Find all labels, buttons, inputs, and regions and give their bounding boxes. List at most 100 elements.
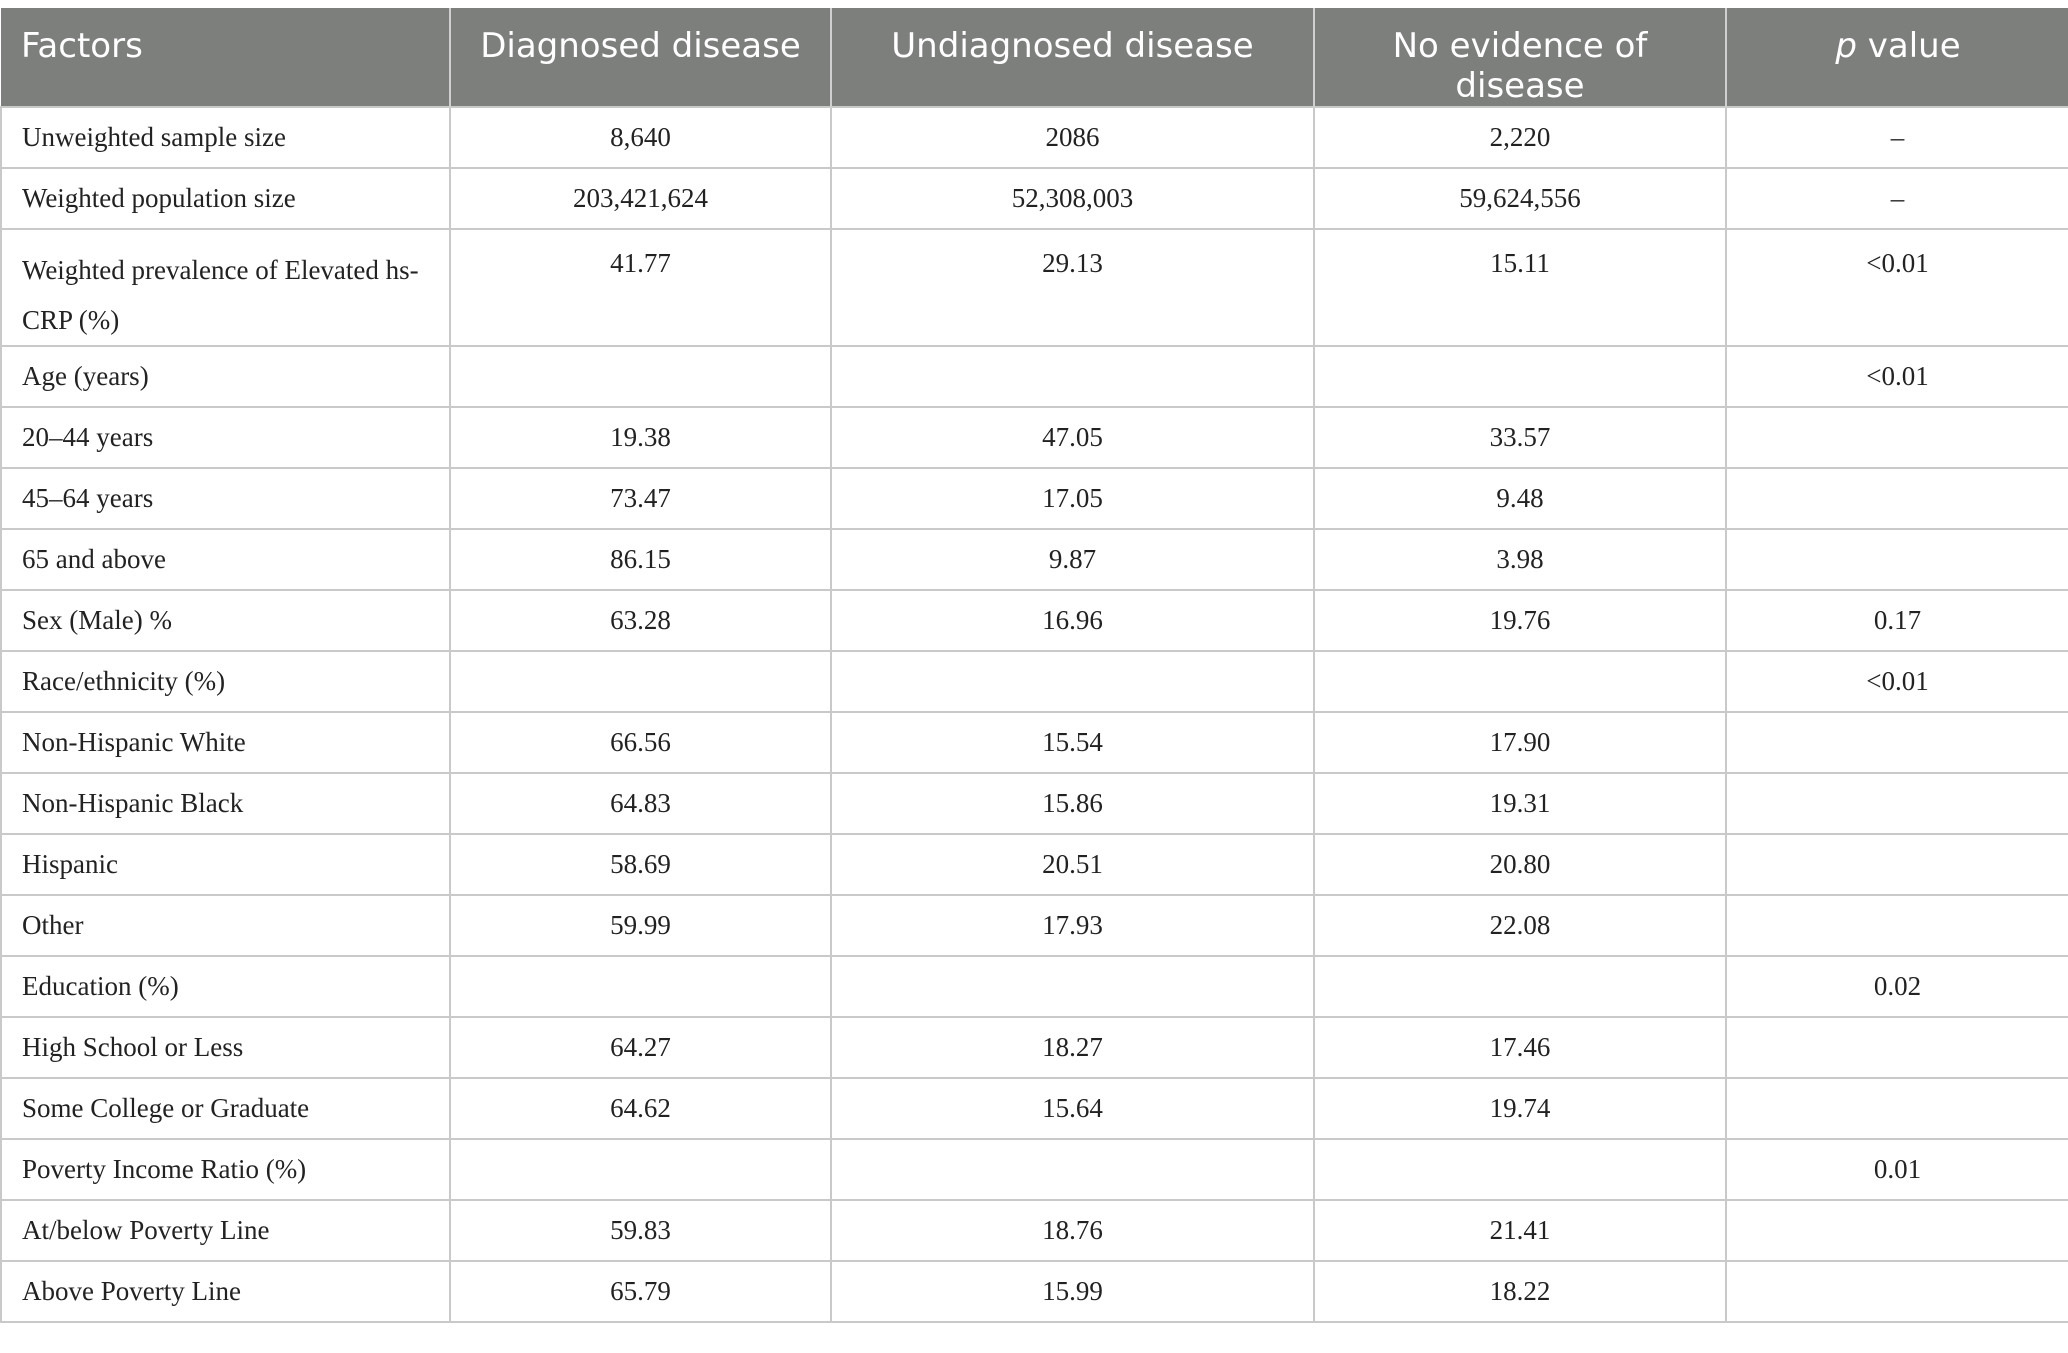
factor-cell: Hispanic (0, 833, 450, 895)
factor-cell: Unweighted sample size (0, 106, 450, 168)
no-evidence-cell: 20.80 (1313, 833, 1726, 895)
p-value-cell (1725, 833, 2068, 895)
data-table: Factors Diagnosed disease Undiagnosed di… (0, 8, 2068, 1323)
factor-cell: Other (0, 894, 450, 956)
table-header: Factors Diagnosed disease Undiagnosed di… (1, 8, 2068, 107)
table-row: Race/ethnicity (%) <0.01 (0, 650, 2068, 712)
p-value-cell (1725, 1016, 2068, 1078)
p-value-cell (1725, 772, 2068, 834)
undiagnosed-cell: 52,308,003 (830, 167, 1314, 229)
undiagnosed-cell: 2086 (830, 106, 1314, 168)
factor-cell: Non-Hispanic White (0, 711, 450, 773)
table-row: Non-Hispanic Black 64.83 15.86 19.31 (0, 772, 2068, 834)
undiagnosed-cell: 18.27 (830, 1016, 1314, 1078)
table-row: High School or Less 64.27 18.27 17.46 (0, 1016, 2068, 1078)
p-value-cell: <0.01 (1725, 228, 2068, 346)
undiagnosed-cell: 18.76 (830, 1199, 1314, 1261)
table-body: Unweighted sample size 8,640 2086 2,220– Wei… (0, 106, 2068, 1323)
p-value-cell (1725, 406, 2068, 468)
table-row: Education (%) 0.02 (0, 955, 2068, 1017)
undiagnosed-cell: 15.64 (830, 1077, 1314, 1139)
table-row: Other 59.99 17.93 22.08 (0, 894, 2068, 956)
diagnosed-cell: 64.27 (449, 1016, 831, 1078)
no-evidence-cell: 9.48 (1313, 467, 1726, 529)
factor-cell: Poverty Income Ratio (%) (0, 1138, 450, 1200)
header-p-letter: p (1835, 26, 1857, 66)
no-evidence-cell (1313, 345, 1726, 407)
p-value-cell: 0.02 (1725, 955, 2068, 1017)
p-value-cell (1725, 711, 2068, 773)
undiagnosed-cell: 15.54 (830, 711, 1314, 773)
undiagnosed-cell (830, 650, 1314, 712)
diagnosed-cell: 58.69 (449, 833, 831, 895)
table-row: Hispanic 58.69 20.51 20.80 (0, 833, 2068, 895)
factor-cell: At/below Poverty Line (0, 1199, 450, 1261)
undiagnosed-cell: 20.51 (830, 833, 1314, 895)
undiagnosed-cell: 47.05 (830, 406, 1314, 468)
header-row: Factors Diagnosed disease Undiagnosed di… (1, 8, 2068, 107)
table-row: Unweighted sample size 8,640 2086 2,220– (0, 106, 2068, 168)
header-p-value: p value (1725, 8, 2068, 107)
undiagnosed-cell: 29.13 (830, 228, 1314, 346)
undiagnosed-cell: 15.86 (830, 772, 1314, 834)
table-row: Age (years) <0.01 (0, 345, 2068, 407)
factor-cell: Sex (Male) % (0, 589, 450, 651)
undiagnosed-cell: 17.93 (830, 894, 1314, 956)
p-value-cell: <0.01 (1725, 345, 2068, 407)
no-evidence-cell: 33.57 (1313, 406, 1726, 468)
table-row: Weighted population size 203,421,624 52,30… (0, 167, 2068, 229)
no-evidence-cell: 2,220 (1313, 106, 1726, 168)
diagnosed-cell: 41.77 (449, 228, 831, 346)
undiagnosed-cell (830, 955, 1314, 1017)
factor-cell: 65 and above (0, 528, 450, 590)
no-evidence-cell: 17.46 (1313, 1016, 1726, 1078)
factor-cell: Race/ethnicity (%) (0, 650, 450, 712)
p-value-cell (1725, 1077, 2068, 1139)
no-evidence-cell (1313, 650, 1726, 712)
diagnosed-cell: 66.56 (449, 711, 831, 773)
diagnosed-cell (449, 345, 831, 407)
p-value-cell (1725, 1199, 2068, 1261)
no-evidence-cell: 19.74 (1313, 1077, 1726, 1139)
factor-cell: High School or Less (0, 1016, 450, 1078)
factor-cell: Some College or Graduate (0, 1077, 450, 1139)
factor-cell: Non-Hispanic Black (0, 772, 450, 834)
diagnosed-cell: 203,421,624 (449, 167, 831, 229)
diagnosed-cell: 63.28 (449, 589, 831, 651)
p-value-cell (1725, 894, 2068, 956)
table-row: Some College or Graduate 64.62 15.64 19.74 (0, 1077, 2068, 1139)
factor-cell: Age (years) (0, 345, 450, 407)
factor-cell: Education (%) (0, 955, 450, 1017)
undiagnosed-cell: 15.99 (830, 1260, 1314, 1323)
header-no-evidence-of-disease: No evidence of disease (1313, 8, 1726, 107)
p-value-cell (1725, 528, 2068, 590)
table-row: 45–64 years 73.47 17.05 9.48 (0, 467, 2068, 529)
p-value-cell (1725, 467, 2068, 529)
table-row: 20–44 years 19.38 47.05 33.57 (0, 406, 2068, 468)
table-row: 65 and above 86.15 9.87 3.98 (0, 528, 2068, 590)
diagnosed-cell (449, 1138, 831, 1200)
p-value-cell: 0.01 (1725, 1138, 2068, 1200)
diagnosed-cell: 19.38 (449, 406, 831, 468)
factor-cell: 45–64 years (0, 467, 450, 529)
factor-cell: Weighted population size (0, 167, 450, 229)
no-evidence-cell: 19.76 (1313, 589, 1726, 651)
factor-cell: Above Poverty Line (0, 1260, 450, 1323)
diagnosed-cell (449, 955, 831, 1017)
undiagnosed-cell (830, 1138, 1314, 1200)
factor-cell: 20–44 years (0, 406, 450, 468)
p-value-cell: 0.17 (1725, 589, 2068, 651)
no-evidence-cell: 15.11 (1313, 228, 1726, 346)
diagnosed-cell: 59.83 (449, 1199, 831, 1261)
no-evidence-cell (1313, 955, 1726, 1017)
diagnosed-cell: 59.99 (449, 894, 831, 956)
p-value-cell (1725, 1260, 2068, 1323)
undiagnosed-cell (830, 345, 1314, 407)
header-undiagnosed-disease: Undiagnosed disease (830, 8, 1314, 107)
table-row: Weighted prevalence of Elevated hs-CRP (… (0, 228, 2068, 346)
diagnosed-cell: 86.15 (449, 528, 831, 590)
header-factors: Factors (1, 8, 450, 107)
no-evidence-cell: 19.31 (1313, 772, 1726, 834)
p-value-cell: – (1725, 167, 2068, 229)
table-row: At/below Poverty Line 59.83 18.76 21.41 (0, 1199, 2068, 1261)
